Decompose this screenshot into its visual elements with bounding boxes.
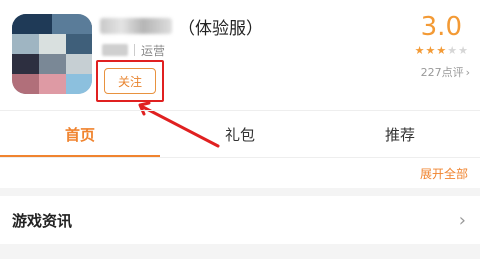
chevron-right-icon: › <box>458 210 466 231</box>
section-spacer <box>0 188 480 196</box>
rating-score: 3.0 <box>420 12 462 42</box>
developer-role: 运营 <box>141 43 166 58</box>
star-empty-icon: ★ <box>458 44 468 57</box>
review-link[interactable]: 227 点评 › <box>421 64 470 80</box>
review-suffix: 点评 <box>441 66 464 79</box>
tab-label: 礼包 <box>224 125 255 144</box>
tab-home[interactable]: 首页 <box>0 111 160 157</box>
app-name-suffix: （体验服） <box>178 18 263 39</box>
follow-button[interactable]: 关注 <box>104 68 156 94</box>
app-title: （体验服） <box>100 14 263 39</box>
app-header: （体验服） 运营 关注 3.0 ★ ★ ★ ★ ★ 227 点评 › <box>0 0 480 110</box>
tab-recommend[interactable]: 推荐 <box>320 111 480 157</box>
star-empty-icon: ★ <box>447 44 458 57</box>
star-filled-icon: ★ <box>436 44 447 57</box>
tab-gifts[interactable]: 礼包 <box>160 111 320 157</box>
developer-line: 运营 <box>102 42 165 58</box>
tab-bar-border <box>0 157 480 158</box>
follow-highlight-box: 关注 <box>96 60 164 102</box>
review-chevron-icon: › <box>465 65 470 79</box>
meta-divider <box>134 44 135 56</box>
game-news-title: 游戏资讯 <box>12 211 73 230</box>
review-count: 227 <box>420 65 442 79</box>
developer-name-redacted <box>102 44 128 56</box>
app-name-redacted <box>100 18 172 34</box>
rating-stars: ★ ★ ★ ★ ★ <box>415 45 468 56</box>
star-filled-icon: ★ <box>425 44 436 57</box>
star-filled-icon: ★ <box>414 44 425 57</box>
tab-label: 推荐 <box>384 125 415 144</box>
game-news-row[interactable]: 游戏资讯 <box>0 196 480 244</box>
app-icon-image[interactable] <box>12 14 92 94</box>
tab-label: 首页 <box>64 125 95 144</box>
bottom-spacer <box>0 244 480 259</box>
expand-all-link[interactable]: 展开全部 <box>420 165 468 182</box>
tab-bar: 首页 礼包 推荐 <box>0 111 480 157</box>
